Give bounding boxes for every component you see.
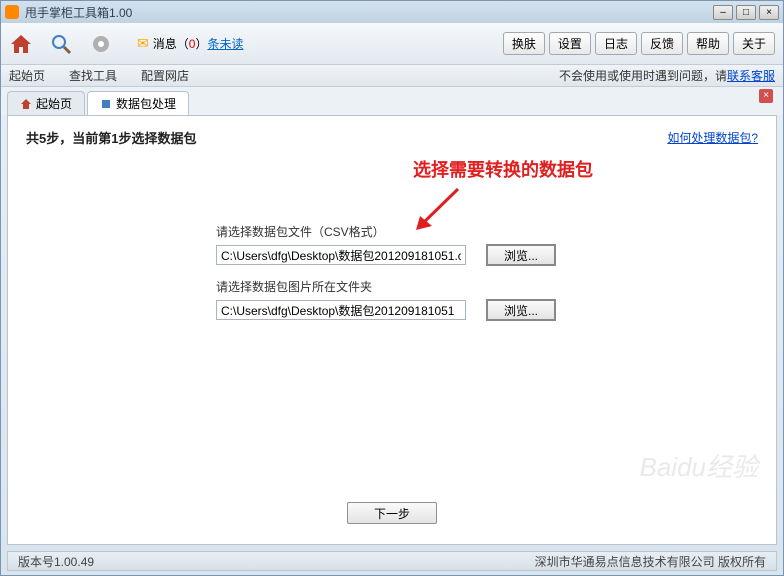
maximize-button[interactable]: □ bbox=[736, 5, 756, 20]
message-count: 0 bbox=[189, 37, 196, 51]
message-suffix: ） bbox=[195, 35, 207, 52]
sub-search[interactable]: 查找工具 bbox=[69, 67, 117, 84]
feedback-button[interactable]: 反馈 bbox=[641, 32, 683, 55]
help-text: 不会使用或使用时遇到问题，请 bbox=[559, 67, 727, 84]
sub-config[interactable]: 配置网店 bbox=[141, 67, 189, 84]
next-button[interactable]: 下一步 bbox=[347, 502, 437, 524]
csv-label: 请选择数据包文件（CSV格式） bbox=[216, 223, 758, 240]
copyright-text: 深圳市华通易点信息技术有限公司 版权所有 bbox=[535, 553, 766, 570]
folder-label: 请选择数据包图片所在文件夹 bbox=[216, 278, 758, 295]
gear-icon bbox=[89, 32, 113, 56]
message-area: ✉ 消息（ 0 ） 条未读 bbox=[137, 35, 243, 52]
home-tool[interactable] bbox=[9, 32, 33, 56]
contact-link[interactable]: 联系客服 bbox=[727, 67, 775, 84]
help-button[interactable]: 帮助 bbox=[687, 32, 729, 55]
annotation-text: 选择需要转换的数据包 bbox=[413, 156, 593, 182]
sub-home[interactable]: 起始页 bbox=[9, 67, 45, 84]
tab-data-package[interactable]: 数据包处理 bbox=[87, 91, 189, 115]
main-toolbar: ✉ 消息（ 0 ） 条未读 换肤 设置 日志 反馈 帮助 关于 bbox=[1, 23, 783, 65]
version-text: 版本号1.00.49 bbox=[18, 553, 94, 570]
tab-home[interactable]: 起始页 bbox=[7, 91, 85, 115]
log-button[interactable]: 日志 bbox=[595, 32, 637, 55]
unread-link[interactable]: 条未读 bbox=[207, 35, 243, 52]
tab-bar: 起始页 数据包处理 bbox=[1, 87, 783, 115]
right-button-group: 换肤 设置 日志 反馈 帮助 关于 bbox=[503, 32, 775, 55]
settings-button[interactable]: 设置 bbox=[549, 32, 591, 55]
csv-path-input[interactable] bbox=[216, 245, 466, 265]
close-button[interactable]: × bbox=[759, 5, 779, 20]
about-button[interactable]: 关于 bbox=[733, 32, 775, 55]
form-area: 请选择数据包文件（CSV格式） 浏览... 请选择数据包图片所在文件夹 浏览..… bbox=[216, 223, 758, 329]
statusbar: 版本号1.00.49 深圳市华通易点信息技术有限公司 版权所有 bbox=[7, 551, 777, 571]
message-prefix: 消息（ bbox=[153, 35, 189, 52]
search-tool[interactable] bbox=[49, 32, 73, 56]
sub-toolbar: 起始页 查找工具 配置网店 不会使用或使用时遇到问题，请 联系客服 bbox=[1, 65, 783, 87]
home-icon bbox=[9, 32, 33, 56]
app-icon bbox=[5, 5, 19, 19]
mail-icon: ✉ bbox=[137, 35, 149, 52]
folder-path-input[interactable] bbox=[216, 300, 466, 320]
content-panel: 共5步，当前第1步选择数据包 如何处理数据包? 选择需要转换的数据包 请选择数据… bbox=[7, 115, 777, 545]
tab-close-button[interactable]: × bbox=[759, 89, 773, 103]
csv-browse-button[interactable]: 浏览... bbox=[486, 244, 556, 266]
folder-browse-button[interactable]: 浏览... bbox=[486, 299, 556, 321]
search-icon bbox=[49, 32, 73, 56]
skin-button[interactable]: 换肤 bbox=[503, 32, 545, 55]
data-tab-icon bbox=[100, 98, 112, 110]
app-window: 甩手掌柜工具箱1.00 – □ × ✉ 消息（ 0 ） 条未读 换肤 设置 日志 bbox=[0, 0, 784, 576]
howto-link[interactable]: 如何处理数据包? bbox=[667, 129, 758, 146]
titlebar: 甩手掌柜工具箱1.00 – □ × bbox=[1, 1, 783, 23]
minimize-button[interactable]: – bbox=[713, 5, 733, 20]
home-tab-icon bbox=[20, 98, 32, 110]
step-indicator: 共5步，当前第1步选择数据包 bbox=[26, 128, 196, 147]
settings-tool[interactable] bbox=[89, 32, 113, 56]
window-title: 甩手掌柜工具箱1.00 bbox=[25, 4, 713, 21]
